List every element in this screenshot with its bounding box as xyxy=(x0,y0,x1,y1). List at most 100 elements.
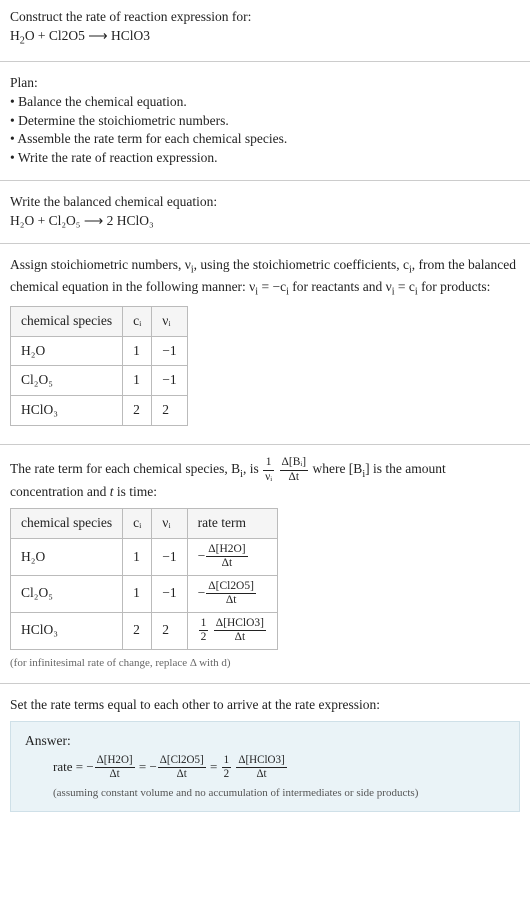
text-frag: = −c xyxy=(258,279,286,294)
col-species: chemical species xyxy=(11,306,123,336)
answer-box: Answer: rate = −Δ[H2O]Δt = −Δ[Cl2O5]Δt =… xyxy=(10,721,520,812)
cell-c: 2 xyxy=(123,396,152,426)
header-block: Construct the rate of reaction expressio… xyxy=(0,0,530,57)
cell-c: 1 xyxy=(123,575,152,612)
table-row: H₂O 1 −1 xyxy=(11,336,188,366)
plan-item: Determine the stoichiometric numbers. xyxy=(10,112,520,131)
cell-rate: 12 Δ[HClO3]Δt xyxy=(187,612,277,649)
numer: Δ[HClO3] xyxy=(236,755,286,768)
equals: = xyxy=(207,759,221,774)
denom: Δt xyxy=(214,631,266,643)
cell-v: 2 xyxy=(152,612,187,649)
rateterm-intro: The rate term for each chemical species,… xyxy=(10,457,520,502)
rate-word: rate = − xyxy=(53,759,94,774)
denom: Δt xyxy=(158,768,206,780)
col-vi: νᵢ xyxy=(152,509,187,539)
table-row: H₂O 1 −1 −Δ[H2O]Δt xyxy=(11,538,278,575)
plan-item: Balance the chemical equation. xyxy=(10,93,520,112)
divider xyxy=(0,683,530,684)
eq-frag: O + Cl2O5 ⟶ HClO3 xyxy=(25,28,150,43)
numer: 1 xyxy=(199,618,209,631)
fraction: 12 xyxy=(222,755,232,780)
divider xyxy=(0,444,530,445)
plan-item: Assemble the rate term for each chemical… xyxy=(10,130,520,149)
numer: Δ[Cl2O5] xyxy=(206,581,256,594)
cell-v: 2 xyxy=(152,396,187,426)
text-frag: , is xyxy=(243,461,262,476)
cell-c: 2 xyxy=(123,612,152,649)
numer: Δ[Cl2O5] xyxy=(158,755,206,768)
numer: Δ[Bᵢ] xyxy=(280,457,309,470)
table-row: HClO₃ 2 2 12 Δ[HClO3]Δt xyxy=(11,612,278,649)
cell-species: Cl₂O₅ xyxy=(11,575,123,612)
cell-species: Cl₂O₅ xyxy=(11,366,123,396)
col-rateterm: rate term xyxy=(187,509,277,539)
answer-label: Answer: xyxy=(25,732,505,751)
text-frag: for products: xyxy=(418,279,491,294)
numer: 1 xyxy=(222,755,232,768)
text-frag: The rate term for each chemical species,… xyxy=(10,461,240,476)
divider xyxy=(0,61,530,62)
numer: Δ[H2O] xyxy=(95,755,135,768)
denom: νᵢ xyxy=(263,471,274,483)
denom: Δt xyxy=(206,594,256,606)
numer: Δ[HClO3] xyxy=(214,618,266,631)
numer: Δ[H2O] xyxy=(206,544,247,557)
final-block: Set the rate terms equal to each other t… xyxy=(0,688,530,826)
neg-sign: − xyxy=(198,548,206,563)
cell-c: 1 xyxy=(123,538,152,575)
fraction: Δ[Cl2O5]Δt xyxy=(206,581,256,607)
fraction: Δ[HClO3]Δt xyxy=(214,618,266,644)
cell-v: −1 xyxy=(152,538,187,575)
final-intro: Set the rate terms equal to each other t… xyxy=(10,696,520,715)
fraction: Δ[HClO3]Δt xyxy=(236,755,286,780)
rateterm-block: The rate term for each chemical species,… xyxy=(0,449,530,679)
balanced-block: Write the balanced chemical equation: H₂… xyxy=(0,185,530,239)
text-frag: = c xyxy=(395,279,415,294)
col-vi: νᵢ xyxy=(152,306,187,336)
text-frag: for reactants and ν xyxy=(289,279,392,294)
cell-c: 1 xyxy=(123,336,152,366)
cell-rate: −Δ[H2O]Δt xyxy=(187,538,277,575)
stoich-table: chemical species cᵢ νᵢ H₂O 1 −1 Cl₂O₅ 1 … xyxy=(10,306,188,427)
unbalanced-equation: H2O + Cl2O5 ⟶ HClO3 xyxy=(10,27,520,49)
plan-list: Balance the chemical equation. Determine… xyxy=(10,93,520,169)
denom: Δt xyxy=(280,471,309,483)
balanced-title: Write the balanced chemical equation: xyxy=(10,193,520,212)
fraction: Δ[H2O]Δt xyxy=(95,755,135,780)
text-frag: where [B xyxy=(312,461,362,476)
table-header-row: chemical species cᵢ νᵢ xyxy=(11,306,188,336)
plan-title: Plan: xyxy=(10,74,520,93)
cell-rate: −Δ[Cl2O5]Δt xyxy=(187,575,277,612)
text-frag: Assign stoichiometric numbers, ν xyxy=(10,257,191,272)
balanced-equation: H₂O + Cl₂O₅ ⟶ 2 HClO₃ xyxy=(10,212,520,231)
denom: Δt xyxy=(95,768,135,780)
plan-item: Write the rate of reaction expression. xyxy=(10,149,520,168)
eq-frag: H xyxy=(10,28,20,43)
table-row: Cl₂O₅ 1 −1 −Δ[Cl2O5]Δt xyxy=(11,575,278,612)
cell-species: HClO₃ xyxy=(11,396,123,426)
text-frag: , using the stoichiometric coefficients,… xyxy=(194,257,409,272)
stoich-intro: Assign stoichiometric numbers, νi, using… xyxy=(10,256,520,300)
rateterm-footnote: (for infinitesimal rate of change, repla… xyxy=(10,656,520,671)
denom: 2 xyxy=(222,768,232,780)
fraction: Δ[H2O]Δt xyxy=(206,544,247,570)
cell-v: −1 xyxy=(152,336,187,366)
rateterm-table: chemical species cᵢ νᵢ rate term H₂O 1 −… xyxy=(10,508,278,650)
cell-v: −1 xyxy=(152,575,187,612)
fraction: 1νᵢ xyxy=(263,457,274,483)
table-header-row: chemical species cᵢ νᵢ rate term xyxy=(11,509,278,539)
fraction: 12 xyxy=(199,618,209,644)
cell-v: −1 xyxy=(152,366,187,396)
denom: 2 xyxy=(199,631,209,643)
cell-species: HClO₃ xyxy=(11,612,123,649)
col-species: chemical species xyxy=(11,509,123,539)
prompt-text: Construct the rate of reaction expressio… xyxy=(10,8,520,27)
answer-note: (assuming constant volume and no accumul… xyxy=(25,786,505,801)
text-frag: is time: xyxy=(113,484,157,499)
cell-c: 1 xyxy=(123,366,152,396)
plan-block: Plan: Balance the chemical equation. Det… xyxy=(0,66,530,176)
numer: 1 xyxy=(263,457,274,470)
table-row: Cl₂O₅ 1 −1 xyxy=(11,366,188,396)
equals: = − xyxy=(136,759,157,774)
